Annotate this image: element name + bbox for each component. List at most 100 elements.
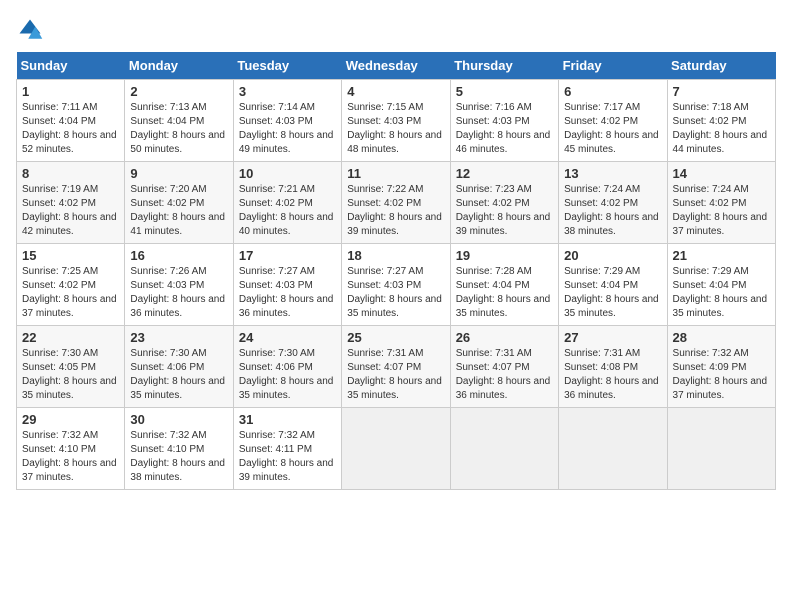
day-info: Sunrise: 7:27 AMSunset: 4:03 PMDaylight:…	[347, 265, 444, 321]
calendar-week-row: 15 Sunrise: 7:25 AMSunset: 4:02 PMDayligh…	[17, 244, 776, 326]
weekday-header-tuesday: Tuesday	[233, 52, 341, 80]
day-number: 1	[22, 84, 119, 99]
day-number: 18	[347, 248, 444, 263]
calendar-cell	[342, 408, 450, 490]
day-info: Sunrise: 7:15 AMSunset: 4:03 PMDaylight:…	[347, 101, 444, 157]
calendar-cell: 17 Sunrise: 7:27 AMSunset: 4:03 PMDayligh…	[233, 244, 341, 326]
calendar-cell	[450, 408, 558, 490]
day-number: 24	[239, 330, 336, 345]
calendar-cell: 15 Sunrise: 7:25 AMSunset: 4:02 PMDayligh…	[17, 244, 125, 326]
day-number: 21	[673, 248, 770, 263]
day-number: 4	[347, 84, 444, 99]
day-info: Sunrise: 7:19 AMSunset: 4:02 PMDaylight:…	[22, 183, 119, 239]
day-info: Sunrise: 7:24 AMSunset: 4:02 PMDaylight:…	[673, 183, 770, 239]
day-number: 28	[673, 330, 770, 345]
calendar-week-row: 1 Sunrise: 7:11 AMSunset: 4:04 PMDaylight…	[17, 80, 776, 162]
weekday-header-thursday: Thursday	[450, 52, 558, 80]
day-number: 19	[456, 248, 553, 263]
day-info: Sunrise: 7:16 AMSunset: 4:03 PMDaylight:…	[456, 101, 553, 157]
day-number: 3	[239, 84, 336, 99]
day-number: 26	[456, 330, 553, 345]
logo-icon	[16, 16, 44, 44]
calendar-cell: 3 Sunrise: 7:14 AMSunset: 4:03 PMDaylight…	[233, 80, 341, 162]
calendar-cell: 26 Sunrise: 7:31 AMSunset: 4:07 PMDayligh…	[450, 326, 558, 408]
calendar-cell: 27 Sunrise: 7:31 AMSunset: 4:08 PMDayligh…	[559, 326, 667, 408]
day-info: Sunrise: 7:29 AMSunset: 4:04 PMDaylight:…	[564, 265, 661, 321]
day-number: 17	[239, 248, 336, 263]
calendar-cell: 20 Sunrise: 7:29 AMSunset: 4:04 PMDayligh…	[559, 244, 667, 326]
calendar-cell: 14 Sunrise: 7:24 AMSunset: 4:02 PMDayligh…	[667, 162, 775, 244]
day-number: 5	[456, 84, 553, 99]
day-info: Sunrise: 7:24 AMSunset: 4:02 PMDaylight:…	[564, 183, 661, 239]
calendar-cell: 24 Sunrise: 7:30 AMSunset: 4:06 PMDayligh…	[233, 326, 341, 408]
day-number: 25	[347, 330, 444, 345]
calendar-cell: 19 Sunrise: 7:28 AMSunset: 4:04 PMDayligh…	[450, 244, 558, 326]
calendar-cell: 31Sunrise: 7:32 AMSunset: 4:11 PMDayligh…	[233, 408, 341, 490]
day-info: Sunrise: 7:23 AMSunset: 4:02 PMDaylight:…	[456, 183, 553, 239]
day-info: Sunrise: 7:32 AMSunset: 4:11 PMDaylight:…	[239, 429, 336, 485]
day-info: Sunrise: 7:30 AMSunset: 4:06 PMDaylight:…	[239, 347, 336, 403]
day-info: Sunrise: 7:31 AMSunset: 4:08 PMDaylight:…	[564, 347, 661, 403]
calendar-cell: 16 Sunrise: 7:26 AMSunset: 4:03 PMDayligh…	[125, 244, 233, 326]
day-info: Sunrise: 7:25 AMSunset: 4:02 PMDaylight:…	[22, 265, 119, 321]
day-info: Sunrise: 7:20 AMSunset: 4:02 PMDaylight:…	[130, 183, 227, 239]
calendar-cell: 2 Sunrise: 7:13 AMSunset: 4:04 PMDaylight…	[125, 80, 233, 162]
day-info: Sunrise: 7:17 AMSunset: 4:02 PMDaylight:…	[564, 101, 661, 157]
weekday-header-friday: Friday	[559, 52, 667, 80]
calendar-cell: 13 Sunrise: 7:24 AMSunset: 4:02 PMDayligh…	[559, 162, 667, 244]
calendar-cell: 25 Sunrise: 7:31 AMSunset: 4:07 PMDayligh…	[342, 326, 450, 408]
calendar-cell: 1 Sunrise: 7:11 AMSunset: 4:04 PMDaylight…	[17, 80, 125, 162]
day-number: 27	[564, 330, 661, 345]
day-info: Sunrise: 7:28 AMSunset: 4:04 PMDaylight:…	[456, 265, 553, 321]
day-number: 29	[22, 412, 119, 427]
calendar-cell: 9Sunrise: 7:20 AMSunset: 4:02 PMDaylight…	[125, 162, 233, 244]
day-number: 10	[239, 166, 336, 181]
day-info: Sunrise: 7:27 AMSunset: 4:03 PMDaylight:…	[239, 265, 336, 321]
day-number: 14	[673, 166, 770, 181]
calendar-cell: 22 Sunrise: 7:30 AMSunset: 4:05 PMDayligh…	[17, 326, 125, 408]
day-number: 8	[22, 166, 119, 181]
page-header	[16, 16, 776, 44]
weekday-header-sunday: Sunday	[17, 52, 125, 80]
day-info: Sunrise: 7:32 AMSunset: 4:09 PMDaylight:…	[673, 347, 770, 403]
day-number: 23	[130, 330, 227, 345]
calendar-cell: 4 Sunrise: 7:15 AMSunset: 4:03 PMDaylight…	[342, 80, 450, 162]
calendar-cell: 5 Sunrise: 7:16 AMSunset: 4:03 PMDaylight…	[450, 80, 558, 162]
calendar-cell: 7 Sunrise: 7:18 AMSunset: 4:02 PMDaylight…	[667, 80, 775, 162]
day-number: 15	[22, 248, 119, 263]
calendar-cell: 28 Sunrise: 7:32 AMSunset: 4:09 PMDayligh…	[667, 326, 775, 408]
day-number: 30	[130, 412, 227, 427]
day-info: Sunrise: 7:11 AMSunset: 4:04 PMDaylight:…	[22, 101, 119, 157]
day-number: 2	[130, 84, 227, 99]
day-info: Sunrise: 7:30 AMSunset: 4:05 PMDaylight:…	[22, 347, 119, 403]
day-number: 13	[564, 166, 661, 181]
day-number: 22	[22, 330, 119, 345]
day-info: Sunrise: 7:31 AMSunset: 4:07 PMDaylight:…	[347, 347, 444, 403]
day-info: Sunrise: 7:26 AMSunset: 4:03 PMDaylight:…	[130, 265, 227, 321]
calendar-table: SundayMondayTuesdayWednesdayThursdayFrid…	[16, 52, 776, 490]
calendar-cell	[667, 408, 775, 490]
calendar-cell: 30 Sunrise: 7:32 AMSunset: 4:10 PMDayligh…	[125, 408, 233, 490]
calendar-cell: 6Sunrise: 7:17 AMSunset: 4:02 PMDaylight…	[559, 80, 667, 162]
weekday-header-monday: Monday	[125, 52, 233, 80]
calendar-cell: 21 Sunrise: 7:29 AMSunset: 4:04 PMDayligh…	[667, 244, 775, 326]
day-number: 11	[347, 166, 444, 181]
weekday-header-row: SundayMondayTuesdayWednesdayThursdayFrid…	[17, 52, 776, 80]
day-number: 20	[564, 248, 661, 263]
day-info: Sunrise: 7:13 AMSunset: 4:04 PMDaylight:…	[130, 101, 227, 157]
day-number: 7	[673, 84, 770, 99]
day-info: Sunrise: 7:29 AMSunset: 4:04 PMDaylight:…	[673, 265, 770, 321]
weekday-header-wednesday: Wednesday	[342, 52, 450, 80]
day-info: Sunrise: 7:31 AMSunset: 4:07 PMDaylight:…	[456, 347, 553, 403]
calendar-cell: 10Sunrise: 7:21 AMSunset: 4:02 PMDayligh…	[233, 162, 341, 244]
calendar-week-row: 29 Sunrise: 7:32 AMSunset: 4:10 PMDayligh…	[17, 408, 776, 490]
day-number: 12	[456, 166, 553, 181]
calendar-cell: 8 Sunrise: 7:19 AMSunset: 4:02 PMDaylight…	[17, 162, 125, 244]
day-info: Sunrise: 7:14 AMSunset: 4:03 PMDaylight:…	[239, 101, 336, 157]
day-number: 16	[130, 248, 227, 263]
weekday-header-saturday: Saturday	[667, 52, 775, 80]
day-info: Sunrise: 7:18 AMSunset: 4:02 PMDaylight:…	[673, 101, 770, 157]
calendar-cell	[559, 408, 667, 490]
calendar-week-row: 22 Sunrise: 7:30 AMSunset: 4:05 PMDayligh…	[17, 326, 776, 408]
day-info: Sunrise: 7:32 AMSunset: 4:10 PMDaylight:…	[130, 429, 227, 485]
